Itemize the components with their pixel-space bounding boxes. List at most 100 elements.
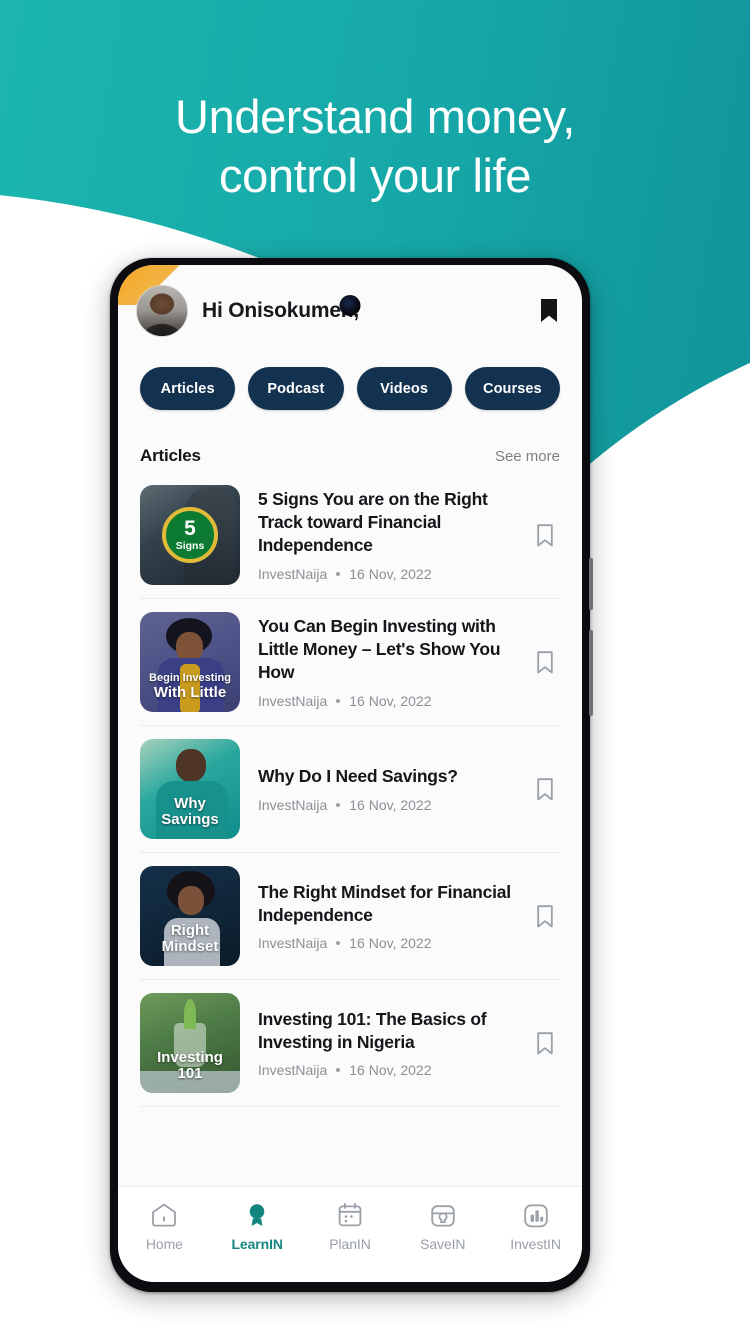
nav-label-savein: SaveIN bbox=[420, 1236, 466, 1252]
greeting-text: Hi Onisokumen, bbox=[202, 299, 360, 322]
phone-screen: Hi Onisokumen, Articles Podcast Videos C… bbox=[118, 265, 582, 1282]
calendar-icon bbox=[338, 1202, 362, 1227]
article-bookmark-button[interactable] bbox=[530, 650, 560, 674]
nav-label-investin: InvestIN bbox=[510, 1236, 561, 1252]
headline-line-1: Understand money, bbox=[175, 90, 575, 143]
thumbnail-figure bbox=[176, 749, 206, 782]
thumbnail-figure-plant bbox=[184, 999, 196, 1029]
article-source: InvestNaija bbox=[258, 565, 328, 582]
separator-dot bbox=[336, 1068, 341, 1073]
article-title: The Right Mindset for Financial Independ… bbox=[258, 881, 511, 925]
bookmark-outline-icon bbox=[537, 904, 553, 927]
bookmark-outline-icon bbox=[537, 1031, 553, 1054]
thumbnail-figure-face bbox=[178, 886, 204, 915]
thumbnail-caption-line-1: 5 bbox=[184, 517, 196, 541]
article-title: 5 Signs You are on the Right Track towar… bbox=[258, 489, 488, 555]
thumbnail-caption-line-1: Investing bbox=[157, 1049, 223, 1067]
promo-headline: Understand money, control your life bbox=[0, 88, 750, 206]
chip-videos[interactable]: Videos bbox=[356, 367, 452, 410]
bar-chart-icon bbox=[523, 1204, 548, 1228]
article-row[interactable]: Right Mindset The Right Mindset for Fina… bbox=[140, 853, 560, 980]
thumbnail-caption-line-1: Right bbox=[170, 922, 210, 940]
article-list: 5 Signs 5 Signs You are on the Right Tra… bbox=[118, 472, 582, 1107]
article-thumbnail: Investing 101 bbox=[140, 993, 240, 1093]
article-subline: InvestNaija 16 Nov, 2022 bbox=[258, 1062, 516, 1078]
chip-courses[interactable]: Courses bbox=[464, 367, 560, 410]
article-subline: InvestNaija 16 Nov, 2022 bbox=[258, 566, 516, 582]
articles-section-header: Articles See more bbox=[118, 410, 582, 472]
separator-dot bbox=[336, 571, 341, 576]
article-thumbnail: 5 Signs bbox=[140, 485, 240, 585]
separator-dot bbox=[336, 802, 341, 807]
article-subline: InvestNaija 16 Nov, 2022 bbox=[258, 693, 516, 709]
article-bookmark-button[interactable] bbox=[530, 1031, 560, 1055]
chip-articles[interactable]: Articles bbox=[140, 367, 236, 410]
article-source: InvestNaija bbox=[258, 796, 328, 813]
chip-podcast[interactable]: Podcast bbox=[248, 367, 344, 410]
article-bookmark-button[interactable] bbox=[530, 523, 560, 547]
category-chip-row: Articles Podcast Videos Courses bbox=[118, 357, 582, 410]
thumbnail-caption: Investing 101 bbox=[140, 1050, 240, 1081]
safe-box-icon bbox=[431, 1205, 455, 1227]
article-source: InvestNaija bbox=[258, 1062, 328, 1079]
bookmark-filled-icon bbox=[541, 299, 557, 322]
article-title: You Can Begin Investing with Little Mone… bbox=[258, 616, 501, 682]
article-subline: InvestNaija 16 Nov, 2022 bbox=[258, 797, 516, 813]
nav-item-planin[interactable]: PlanIN bbox=[304, 1201, 397, 1252]
award-icon bbox=[249, 1204, 265, 1226]
article-meta: You Can Begin Investing with Little Mone… bbox=[240, 615, 530, 708]
thumbnail-badge: 5 Signs bbox=[162, 507, 218, 563]
article-row[interactable]: 5 Signs 5 Signs You are on the Right Tra… bbox=[140, 472, 560, 599]
front-camera-punch-hole bbox=[339, 295, 361, 316]
article-row[interactable]: Why Savings Why Do I Need Savings? Inves… bbox=[140, 726, 560, 853]
thumbnail-caption-line-2: 101 bbox=[177, 1064, 203, 1082]
article-row[interactable]: Investing 101 Investing 101: The Basics … bbox=[140, 980, 560, 1107]
bookmark-outline-icon bbox=[537, 650, 553, 673]
article-date: 16 Nov, 2022 bbox=[349, 565, 432, 582]
section-title: Articles bbox=[140, 446, 201, 465]
thumbnail-caption: Why Savings bbox=[140, 796, 240, 827]
thumbnail-caption-line-2: Savings bbox=[161, 810, 219, 828]
phone-power-button bbox=[589, 630, 593, 716]
article-date: 16 Nov, 2022 bbox=[349, 1062, 432, 1079]
article-source: InvestNaija bbox=[258, 935, 328, 952]
separator-dot bbox=[336, 941, 341, 946]
article-title: Why Do I Need Savings? bbox=[258, 766, 458, 787]
header-bookmark-button[interactable] bbox=[538, 298, 560, 324]
thumbnail-caption: Begin Investing With Little bbox=[140, 673, 240, 700]
phone-volume-button bbox=[589, 558, 593, 610]
article-thumbnail: Begin Investing With Little bbox=[140, 612, 240, 712]
article-thumbnail: Why Savings bbox=[140, 739, 240, 839]
thumbnail-caption-line-2: Mindset bbox=[161, 937, 219, 955]
separator-dot bbox=[336, 698, 341, 703]
article-thumbnail: Right Mindset bbox=[140, 866, 240, 966]
avatar[interactable] bbox=[136, 285, 188, 337]
see-more-link[interactable]: See more bbox=[495, 448, 560, 465]
article-title: Investing 101: The Basics of Investing i… bbox=[258, 1008, 487, 1052]
nav-label-home: Home bbox=[145, 1236, 183, 1252]
nav-item-investin[interactable]: InvestIN bbox=[489, 1201, 582, 1252]
thumbnail-caption: Right Mindset bbox=[140, 923, 240, 954]
article-meta: 5 Signs You are on the Right Track towar… bbox=[240, 488, 530, 581]
article-subline: InvestNaija 16 Nov, 2022 bbox=[258, 935, 516, 951]
article-date: 16 Nov, 2022 bbox=[349, 935, 432, 952]
avatar-image bbox=[137, 286, 187, 336]
thumbnail-caption-line-1: Why bbox=[174, 795, 206, 813]
article-source: InvestNaija bbox=[258, 692, 328, 709]
article-meta: The Right Mindset for Financial Independ… bbox=[240, 881, 530, 952]
nav-item-savein[interactable]: SaveIN bbox=[396, 1201, 489, 1252]
home-icon bbox=[152, 1203, 177, 1227]
nav-item-home[interactable]: Home bbox=[118, 1201, 211, 1252]
nav-item-learnin[interactable]: LearnIN bbox=[211, 1201, 304, 1252]
nav-label-planin: PlanIN bbox=[329, 1236, 371, 1252]
headline-line-2: control your life bbox=[219, 148, 531, 202]
article-date: 16 Nov, 2022 bbox=[349, 692, 432, 709]
thumbnail-caption-line-2: With Little bbox=[153, 683, 227, 701]
nav-label-learnin: LearnIN bbox=[231, 1236, 283, 1252]
article-bookmark-button[interactable] bbox=[530, 777, 560, 801]
article-date: 16 Nov, 2022 bbox=[349, 796, 432, 813]
article-row[interactable]: Begin Investing With Little You Can Begi… bbox=[140, 599, 560, 726]
article-meta: Why Do I Need Savings? InvestNaija 16 No… bbox=[240, 765, 530, 813]
bottom-navigation-bar: Home LearnIN PlanIN SaveIN InvestIN bbox=[118, 1186, 582, 1282]
article-bookmark-button[interactable] bbox=[530, 904, 560, 928]
